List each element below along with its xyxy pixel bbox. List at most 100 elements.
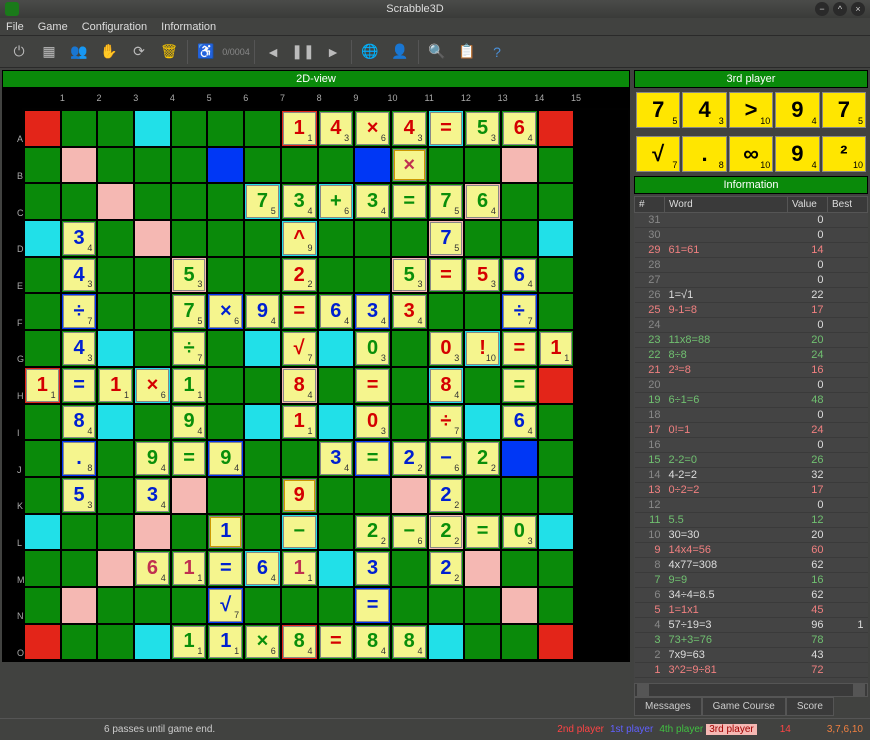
rack-tile[interactable]: 94: [775, 92, 819, 128]
tile[interactable]: 34: [136, 479, 169, 512]
tile[interactable]: 84: [393, 626, 426, 659]
tile[interactable]: √7: [209, 589, 242, 622]
tile[interactable]: 11: [173, 552, 206, 585]
tile[interactable]: 34: [283, 185, 316, 218]
tile[interactable]: 84: [430, 369, 463, 402]
tile[interactable]: ^9: [283, 222, 316, 255]
tile[interactable]: 34: [393, 295, 426, 328]
tile[interactable]: 53: [466, 259, 499, 292]
rack-tile[interactable]: √7: [636, 136, 680, 172]
tile[interactable]: −6: [430, 442, 463, 475]
tile[interactable]: 03: [503, 516, 536, 549]
tile[interactable]: =: [430, 112, 463, 145]
tile[interactable]: =: [393, 185, 426, 218]
maximize-button[interactable]: ^: [833, 2, 847, 16]
tile[interactable]: 03: [430, 332, 463, 365]
tile[interactable]: 34: [356, 185, 389, 218]
zoom-icon[interactable]: 🔍: [425, 40, 449, 64]
accessibility-icon[interactable]: ♿: [194, 40, 218, 64]
rack-tile[interactable]: 75: [636, 92, 680, 128]
tile[interactable]: ÷7: [63, 295, 96, 328]
tile[interactable]: 84: [283, 369, 316, 402]
tile[interactable]: =: [430, 259, 463, 292]
tile[interactable]: 1: [209, 516, 242, 549]
tile[interactable]: 11: [209, 626, 242, 659]
tile[interactable]: 64: [136, 552, 169, 585]
tile-rack-top[interactable]: 7543>109475: [634, 88, 868, 132]
tile[interactable]: =: [283, 295, 316, 328]
tile[interactable]: −: [283, 516, 316, 549]
tile[interactable]: 84: [356, 626, 389, 659]
tile[interactable]: 75: [430, 185, 463, 218]
game-board[interactable]: 1143×643=5364×7534+634=756434^9754353225…: [22, 108, 630, 662]
tile[interactable]: 11: [173, 626, 206, 659]
tile[interactable]: 53: [466, 112, 499, 145]
tile[interactable]: 64: [503, 112, 536, 145]
tile[interactable]: 94: [209, 442, 242, 475]
minimize-button[interactable]: −: [815, 2, 829, 16]
pause-icon[interactable]: ❚❚: [291, 40, 315, 64]
tile[interactable]: 75: [246, 185, 279, 218]
rack-tile[interactable]: 43: [682, 92, 726, 128]
tab-score[interactable]: Score: [786, 697, 834, 716]
tile[interactable]: =: [503, 332, 536, 365]
user-icon[interactable]: 👤: [388, 40, 412, 64]
tile[interactable]: 94: [136, 442, 169, 475]
tile[interactable]: ÷7: [173, 332, 206, 365]
tab-messages[interactable]: Messages: [634, 697, 702, 716]
power-icon[interactable]: ⏻: [7, 40, 31, 64]
tile[interactable]: =: [503, 369, 536, 402]
tile[interactable]: !10: [466, 332, 499, 365]
tile[interactable]: √7: [283, 332, 316, 365]
scrollbar[interactable]: [634, 683, 868, 697]
tile[interactable]: 11: [283, 112, 316, 145]
tile[interactable]: =: [356, 369, 389, 402]
tab-gamecourse[interactable]: Game Course: [702, 697, 786, 716]
tile[interactable]: =: [320, 626, 353, 659]
people-icon[interactable]: 👥: [67, 40, 91, 64]
prev-icon[interactable]: ◄: [261, 40, 285, 64]
menu-game[interactable]: Game: [38, 21, 68, 33]
tile[interactable]: 22: [393, 442, 426, 475]
tile[interactable]: 11: [99, 369, 132, 402]
tile[interactable]: ×6: [356, 112, 389, 145]
tile[interactable]: ÷7: [503, 295, 536, 328]
tile[interactable]: 84: [283, 626, 316, 659]
tile[interactable]: =: [173, 442, 206, 475]
tile[interactable]: 22: [283, 259, 316, 292]
tile[interactable]: +6: [320, 185, 353, 218]
tile-rack-bottom[interactable]: √7.8∞1094²10: [634, 132, 868, 176]
tile[interactable]: 64: [320, 295, 353, 328]
tile[interactable]: −6: [393, 516, 426, 549]
rack-tile[interactable]: ²10: [822, 136, 866, 172]
tile[interactable]: 94: [246, 295, 279, 328]
tile[interactable]: 11: [26, 369, 59, 402]
tile[interactable]: 53: [63, 479, 96, 512]
tile[interactable]: 03: [356, 332, 389, 365]
rack-tile[interactable]: 75: [822, 92, 866, 128]
checklist-icon[interactable]: 📋: [455, 40, 479, 64]
tile[interactable]: .8: [63, 442, 96, 475]
tile[interactable]: 53: [173, 259, 206, 292]
tile[interactable]: 43: [63, 332, 96, 365]
tile[interactable]: 22: [430, 516, 463, 549]
menu-configuration[interactable]: Configuration: [82, 21, 147, 33]
tile[interactable]: =: [209, 552, 242, 585]
tile[interactable]: 22: [430, 552, 463, 585]
tile[interactable]: 94: [173, 406, 206, 439]
rack-tile[interactable]: 94: [775, 136, 819, 172]
tile[interactable]: =: [356, 589, 389, 622]
tile[interactable]: 03: [356, 406, 389, 439]
tile[interactable]: 22: [466, 442, 499, 475]
tile[interactable]: 64: [246, 552, 279, 585]
tile[interactable]: 11: [283, 406, 316, 439]
tile[interactable]: 64: [503, 259, 536, 292]
tile[interactable]: 22: [430, 479, 463, 512]
tile[interactable]: 22: [356, 516, 389, 549]
rack-tile[interactable]: .8: [682, 136, 726, 172]
close-button[interactable]: ×: [851, 2, 865, 16]
refresh-icon[interactable]: ⟳: [127, 40, 151, 64]
rack-tile[interactable]: ∞10: [729, 136, 773, 172]
tile[interactable]: 43: [320, 112, 353, 145]
tile[interactable]: ×6: [209, 295, 242, 328]
